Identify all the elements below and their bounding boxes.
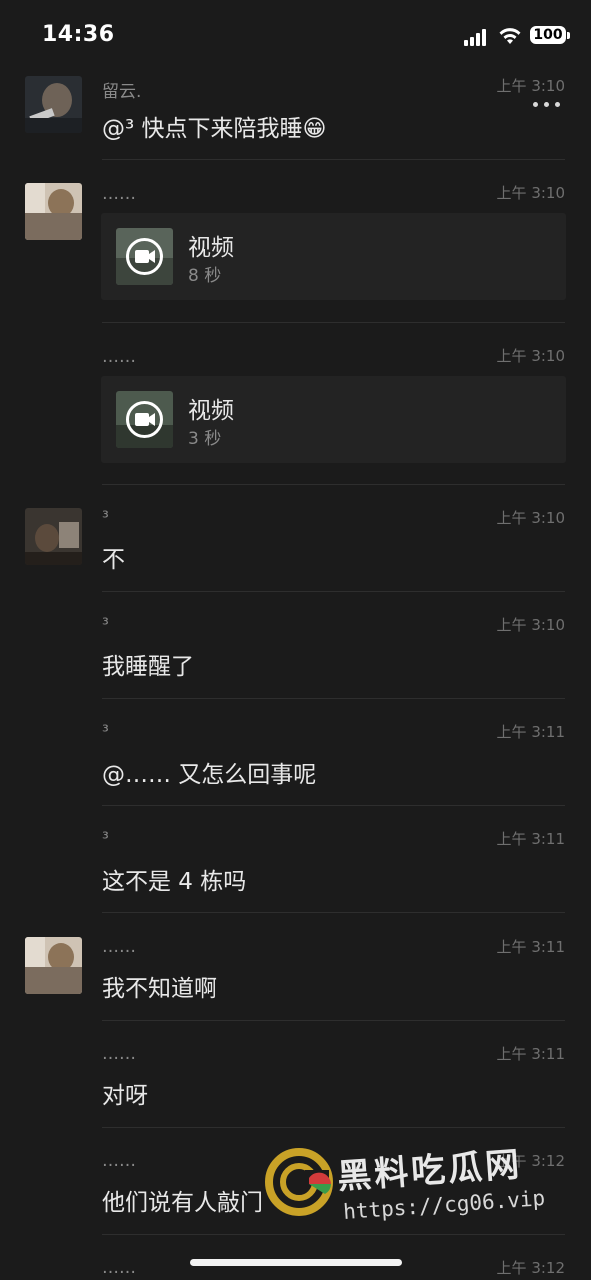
message-text[interactable]: 这不是 4 栋吗 [102, 862, 246, 896]
divider [102, 912, 565, 913]
message-time: 上午 3:11 [496, 830, 565, 848]
avatar[interactable] [25, 183, 82, 240]
message-time: 上午 3:10 [496, 347, 565, 365]
avatar[interactable] [25, 76, 82, 133]
divider [102, 322, 565, 323]
sender-name: ³ [102, 829, 109, 849]
video-label: 视频 [188, 398, 234, 424]
divider [102, 1020, 565, 1021]
message-time: 上午 3:12 [496, 1259, 565, 1277]
status-time: 14:36 [42, 22, 115, 47]
video-duration: 8 秒 [188, 266, 222, 286]
message-text[interactable]: 他们说有人敲门 [102, 1183, 263, 1217]
home-indicator[interactable] [190, 1259, 402, 1266]
avatar[interactable] [25, 937, 82, 994]
message-text[interactable]: @…… 又怎么回事呢 [102, 755, 316, 789]
message-time: 上午 3:11 [496, 938, 565, 956]
message-time: 上午 3:10 [496, 509, 565, 527]
sender-name: …… [102, 1151, 136, 1171]
message-time: 上午 3:11 [496, 1045, 565, 1063]
video-duration: 3 秒 [188, 429, 222, 449]
message-time: 上午 3:10 [496, 616, 565, 634]
message-time: 上午 3:10 [496, 77, 565, 95]
video-thumbnail [116, 391, 173, 448]
more-icon[interactable] [532, 100, 562, 110]
wifi-icon [499, 28, 521, 44]
divider [102, 159, 565, 160]
sender-name: …… [102, 1258, 136, 1278]
divider [102, 805, 565, 806]
message-time: 上午 3:10 [496, 184, 565, 202]
watermark: 黑料吃瓜网 https://cg06.vip [265, 1143, 546, 1253]
sender-name: ³ [102, 508, 109, 528]
sender-name: ³ [102, 615, 109, 635]
video-message-card[interactable]: 视频 8 秒 [101, 213, 566, 300]
message-text[interactable]: 不 [102, 540, 125, 574]
sender-name: …… [102, 1044, 136, 1064]
sender-name: ³ [102, 722, 109, 742]
battery-icon: 100 [530, 26, 566, 44]
divider [102, 1127, 565, 1128]
status-bar: 14:36 100 [0, 0, 591, 70]
message-text[interactable]: 我不知道啊 [102, 969, 217, 1003]
video-thumbnail [116, 228, 173, 285]
divider [102, 698, 565, 699]
video-label: 视频 [188, 235, 234, 261]
message-text[interactable]: 对呀 [102, 1076, 148, 1110]
message-text[interactable]: @³ 快点下来陪我睡😁 [102, 109, 327, 143]
message-time: 上午 3:11 [496, 723, 565, 741]
divider [102, 484, 565, 485]
avatar[interactable] [25, 508, 82, 565]
sender-name: 留云. [102, 82, 142, 102]
message-text[interactable]: 我睡醒了 [102, 647, 194, 681]
divider [102, 591, 565, 592]
sender-name: …… [102, 937, 136, 957]
video-message-card[interactable]: 视频 3 秒 [101, 376, 566, 463]
battery-tip [567, 32, 570, 39]
watermark-logo [265, 1148, 333, 1216]
signal-icon [464, 28, 490, 46]
battery-level: 100 [533, 27, 563, 43]
sender-name: …… [102, 184, 136, 204]
sender-name: …… [102, 347, 136, 367]
